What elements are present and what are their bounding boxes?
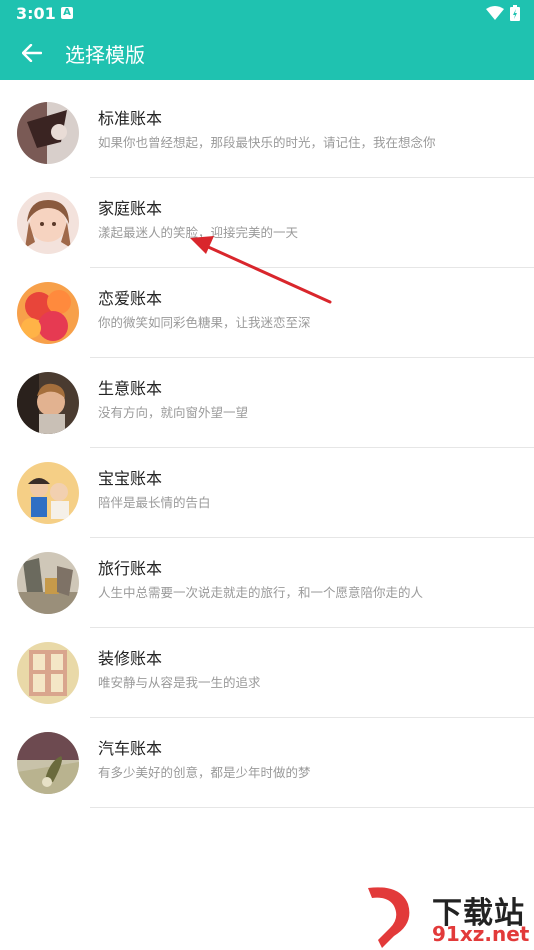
template-avatar bbox=[17, 642, 79, 704]
wifi-icon bbox=[486, 6, 504, 20]
template-item-family[interactable]: 家庭账本 漾起最迷人的笑脸，迎接完美的一天 bbox=[0, 178, 534, 268]
template-item-travel[interactable]: 旅行账本 人生中总需要一次说走就走的旅行，和一个愿意陪你走的人 bbox=[0, 538, 534, 628]
template-subtitle: 漾起最迷人的笑脸，迎接完美的一天 bbox=[98, 225, 299, 240]
template-title: 标准账本 bbox=[98, 109, 163, 128]
template-subtitle: 陪伴是最长情的告白 bbox=[98, 495, 211, 510]
app-bar: 选择模版 bbox=[0, 26, 534, 80]
template-subtitle: 人生中总需要一次说走就走的旅行，和一个愿意陪你走的人 bbox=[98, 585, 424, 600]
template-avatar bbox=[17, 462, 79, 524]
page-title: 选择模版 bbox=[65, 43, 145, 67]
status-bar: 3:01 A bbox=[0, 0, 534, 26]
template-item-love[interactable]: 恋爱账本 你的微笑如同彩色糖果，让我迷恋至深 bbox=[0, 268, 534, 358]
template-title: 宝宝账本 bbox=[98, 469, 163, 488]
template-avatar bbox=[17, 552, 79, 614]
template-subtitle: 如果你也曾经想起，那段最快乐的时光，请记住，我在想念你 bbox=[98, 135, 436, 150]
template-title: 家庭账本 bbox=[98, 199, 163, 218]
back-button[interactable] bbox=[14, 36, 50, 70]
notification-icon: A bbox=[61, 7, 73, 19]
status-icons bbox=[486, 5, 520, 21]
template-avatar bbox=[17, 282, 79, 344]
template-avatar bbox=[17, 102, 79, 164]
template-avatar bbox=[17, 192, 79, 254]
arrow-left-icon bbox=[22, 44, 42, 62]
template-title: 汽车账本 bbox=[98, 739, 163, 758]
template-item-car[interactable]: 汽车账本 有多少美好的创意，都是少年时做的梦 bbox=[0, 718, 534, 808]
template-list: 标准账本 如果你也曾经想起，那段最快乐的时光，请记住，我在想念你 家庭账本 漾起… bbox=[0, 88, 534, 808]
template-item-decoration[interactable]: 装修账本 唯安静与从容是我一生的追求 bbox=[0, 628, 534, 718]
template-avatar bbox=[17, 372, 79, 434]
template-subtitle: 有多少美好的创意，都是少年时做的梦 bbox=[98, 765, 311, 780]
template-item-business[interactable]: 生意账本 没有方向，就向窗外望一望 bbox=[0, 358, 534, 448]
template-title: 装修账本 bbox=[98, 649, 163, 668]
template-item-standard[interactable]: 标准账本 如果你也曾经想起，那段最快乐的时光，请记住，我在想念你 bbox=[0, 88, 534, 178]
battery-icon bbox=[510, 5, 520, 21]
template-subtitle: 唯安静与从容是我一生的追求 bbox=[98, 675, 261, 690]
divider bbox=[90, 807, 534, 808]
template-title: 生意账本 bbox=[98, 379, 163, 398]
watermark-logo bbox=[368, 887, 410, 948]
watermark: 下载站 91xz.net bbox=[360, 884, 534, 950]
status-time: 3:01 bbox=[16, 4, 56, 23]
watermark-url: 91xz.net bbox=[432, 922, 530, 946]
template-item-baby[interactable]: 宝宝账本 陪伴是最长情的告白 bbox=[0, 448, 534, 538]
template-subtitle: 你的微笑如同彩色糖果，让我迷恋至深 bbox=[98, 315, 311, 330]
template-avatar bbox=[17, 732, 79, 794]
template-title: 旅行账本 bbox=[98, 559, 163, 578]
template-subtitle: 没有方向，就向窗外望一望 bbox=[98, 405, 249, 420]
template-title: 恋爱账本 bbox=[98, 289, 163, 308]
